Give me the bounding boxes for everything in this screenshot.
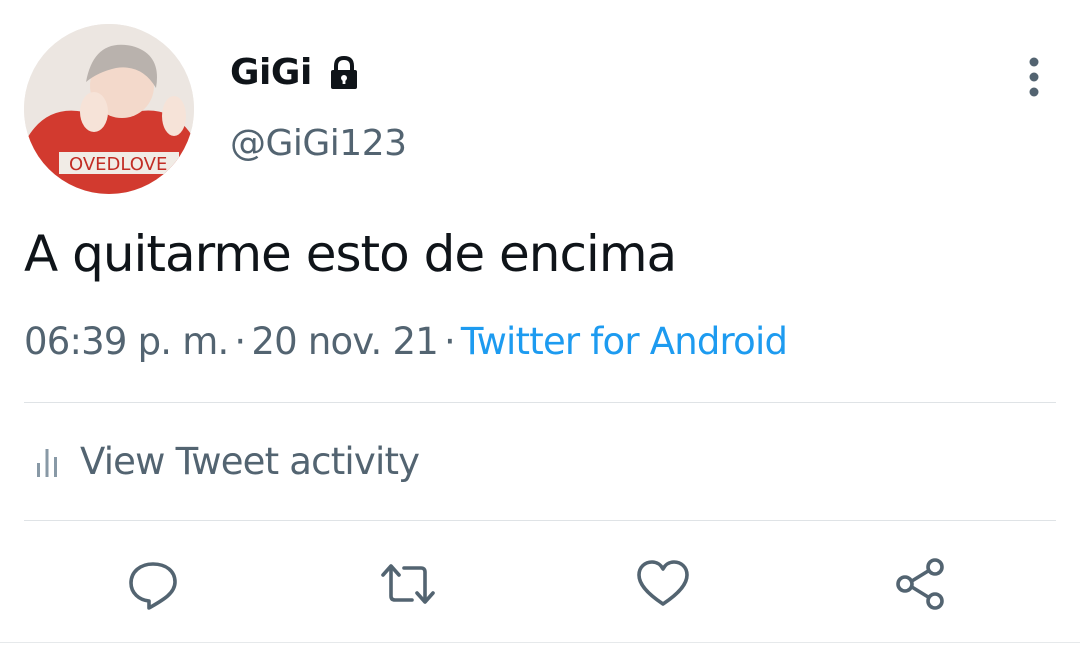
view-tweet-activity-button[interactable]: View Tweet activity: [34, 440, 420, 483]
tweet-time: 06:39 p. m.: [24, 320, 229, 363]
share-icon: [896, 558, 944, 610]
avatar-image: OVEDLOVE: [24, 24, 194, 194]
tweet-actions: [0, 556, 1080, 612]
tweet-text: A quitarme esto de encima: [24, 225, 677, 283]
like-button[interactable]: [635, 556, 691, 612]
display-name[interactable]: GiGi: [230, 52, 362, 93]
retweet-icon: [381, 564, 435, 604]
more-options-icon[interactable]: [1014, 52, 1054, 102]
bottom-divider: [0, 642, 1080, 643]
retweet-button[interactable]: [380, 556, 436, 612]
divider: [24, 520, 1056, 521]
svg-text:OVEDLOVE: OVEDLOVE: [69, 154, 167, 175]
bar-chart-icon: [37, 448, 57, 477]
lock-icon: [330, 55, 357, 89]
tweet-date: 20 nov. 21: [251, 320, 438, 363]
tweet-meta: 06:39 p. m. · 20 nov. 21 · Twitter for Andro…: [24, 320, 788, 363]
reply-button[interactable]: [125, 556, 181, 612]
avatar[interactable]: OVEDLOVE: [24, 24, 194, 194]
reply-icon: [129, 562, 177, 610]
user-handle[interactable]: @GiGi123: [230, 123, 407, 164]
view-tweet-activity-label: View Tweet activity: [80, 440, 420, 483]
share-button[interactable]: [893, 556, 949, 612]
meta-separator: ·: [443, 320, 456, 363]
meta-separator: ·: [234, 320, 246, 363]
display-name-text: GiGi: [230, 52, 312, 93]
divider: [24, 402, 1056, 403]
tweet-source-link[interactable]: Twitter for Android: [461, 320, 788, 363]
heart-icon: [637, 560, 689, 606]
